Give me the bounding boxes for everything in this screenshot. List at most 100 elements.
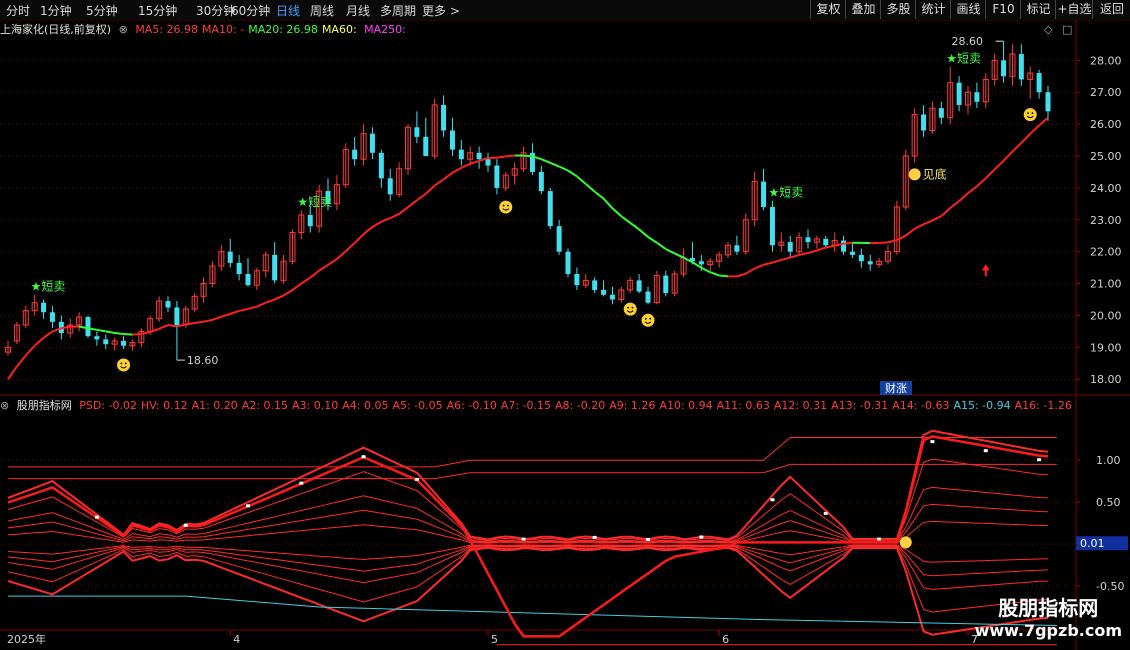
candle-body <box>449 130 455 150</box>
current-value-label: 0.01 <box>1080 537 1105 550</box>
ma20-segment <box>958 192 969 202</box>
ma20-segment <box>905 227 916 237</box>
indicator-y-tick-label: 1.00 <box>1096 454 1121 467</box>
candle-body <box>369 133 375 153</box>
signal-marker <box>983 449 988 453</box>
candle-body <box>423 136 429 156</box>
diamond-icon: ◇ <box>1044 23 1053 36</box>
candle-body <box>1018 53 1024 80</box>
ma20-segment <box>789 253 800 259</box>
main-y-tick-label: 24.00 <box>1090 182 1122 195</box>
candle-body <box>974 92 980 102</box>
signal-marker <box>521 537 526 541</box>
signal-marker <box>646 537 650 541</box>
wealth-badge: 财涨 <box>885 381 907 395</box>
ma20-segment <box>389 213 400 220</box>
smiley-eye <box>124 362 127 365</box>
trend-segment <box>167 324 178 328</box>
candle-body <box>307 215 313 227</box>
x-tick-label: 6 <box>722 633 729 646</box>
candle-body <box>956 82 962 105</box>
ma20-segment <box>549 161 560 168</box>
ma20-segment <box>807 249 818 254</box>
candle-body <box>636 280 642 292</box>
ma20-segment <box>407 199 418 208</box>
watermark-url: www.7gpzb.com <box>974 621 1122 640</box>
smiley-eye <box>644 317 647 320</box>
candle-body <box>823 238 829 246</box>
ma20-segment <box>469 159 480 165</box>
smiley-eye <box>627 306 629 309</box>
level-line <box>8 595 1057 626</box>
main-y-tick-label: 21.00 <box>1090 278 1122 291</box>
ma20-segment <box>274 294 284 301</box>
smiley-eye <box>631 306 634 309</box>
ma20-segment <box>256 301 267 308</box>
ma20-segment <box>212 315 222 321</box>
trend-segment <box>7 365 18 380</box>
ma20-segment <box>985 168 996 179</box>
ma20-segment <box>442 172 454 181</box>
envelope-line <box>7 546 1049 613</box>
trend-segment <box>96 328 106 333</box>
candle-body <box>1045 92 1051 112</box>
ma20-segment <box>309 269 320 279</box>
ma20-segment <box>416 193 427 202</box>
ma20-segment <box>700 266 711 274</box>
ma20-segment <box>923 219 933 226</box>
ma20-segment <box>611 207 623 218</box>
ma20-segment <box>816 246 827 252</box>
smiley-eye <box>1027 112 1029 114</box>
ma20-segment <box>238 307 249 312</box>
smiley-icon <box>641 313 655 327</box>
candle-body <box>761 181 767 208</box>
candle-body <box>734 245 740 252</box>
candle-body <box>272 254 278 281</box>
candle-body <box>921 114 927 131</box>
candle-body <box>601 289 607 295</box>
candle-body <box>556 226 562 252</box>
candle-body <box>485 159 491 166</box>
ma20-segment <box>451 166 462 174</box>
candle-body <box>938 108 944 118</box>
candle-body <box>236 262 242 274</box>
candle-body <box>387 178 393 195</box>
x-tick-label: 4 <box>233 633 240 646</box>
chart-svg[interactable]: 18.00 19.00 20.00 21.00 22.00 23.00 24.00 25.00… <box>0 0 1130 650</box>
short-sell-label: ★短卖 <box>768 186 803 200</box>
ma20-segment <box>940 207 951 217</box>
level-line <box>8 437 1057 468</box>
ma20-segment <box>976 177 987 188</box>
candle-body <box>227 251 233 263</box>
ma20-segment <box>887 239 898 244</box>
main-y-tick-label: 26.00 <box>1090 118 1122 131</box>
signal-marker <box>94 515 99 519</box>
signal-marker <box>592 535 597 539</box>
ma20-segment <box>300 276 311 285</box>
signal-marker <box>183 523 188 527</box>
ma20-segment <box>221 312 231 318</box>
candle-body <box>787 242 793 252</box>
ma20-segment <box>647 236 658 244</box>
signal-marker <box>699 535 704 539</box>
ma20-segment <box>719 274 729 278</box>
signal-marker <box>246 504 250 508</box>
ma20-segment <box>754 263 764 270</box>
ma20-segment <box>594 190 605 200</box>
envelope-line <box>7 486 1049 543</box>
ma20-segment <box>203 318 213 323</box>
candle-body <box>245 274 251 286</box>
signal-marker <box>299 481 304 485</box>
ma20-segment <box>772 259 782 264</box>
ma20-segment <box>567 169 578 178</box>
ma20-segment <box>638 228 649 238</box>
ma20-segment <box>1011 142 1023 153</box>
ma20-segment <box>247 305 258 310</box>
envelope-line <box>7 546 1049 636</box>
ma20-segment <box>745 267 756 275</box>
x-tick-label: 2025年 <box>7 632 46 646</box>
indicator-y-tick-label: 0.50 <box>1096 496 1121 509</box>
ma20-segment <box>265 298 275 304</box>
candle-body <box>849 251 855 255</box>
ma20-segment <box>398 206 409 215</box>
